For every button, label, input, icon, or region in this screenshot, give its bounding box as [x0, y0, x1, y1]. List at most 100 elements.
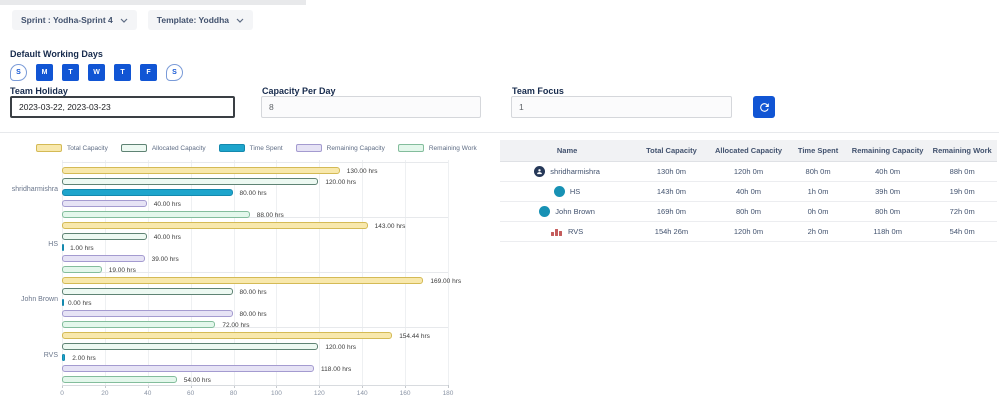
- template-dropdown[interactable]: Template: Yoddha: [147, 10, 254, 30]
- capacity-per-day-input[interactable]: [261, 96, 481, 118]
- bar-value-label: 130.00 hrs: [346, 167, 378, 175]
- cell-total: 169h 0m: [634, 201, 709, 222]
- legend-item-label: Time Spent: [249, 144, 283, 152]
- bar-rvs-total-capacity: [62, 332, 393, 339]
- bar-john-brown-remaining-capacity: [62, 310, 233, 317]
- cell-remaining_capacity: 40h 0m: [847, 161, 928, 182]
- bar-hs-remaining-work: [62, 266, 102, 273]
- table-row: John Brown 169h 0m 80h 0m 0h 0m 80h 0m 72h 0m: [500, 201, 997, 222]
- top-scroll-strip: [0, 0, 306, 5]
- chart-category-label: RVS: [43, 352, 58, 359]
- chevron-down-icon: [236, 18, 244, 23]
- axis-tick-label: 180: [442, 390, 454, 397]
- bar-rvs-allocated-capacity: [62, 343, 319, 350]
- avatar: [539, 205, 551, 217]
- bar-john-brown-remaining-work: [62, 321, 216, 328]
- bar-value-label: 1.00 hrs: [70, 244, 94, 252]
- cell-allocated: 120h 0m: [708, 161, 789, 182]
- day-toggle-s-6[interactable]: S: [166, 64, 183, 81]
- day-toggle-m-1[interactable]: M: [36, 64, 53, 81]
- bar-value-label: 54.00 hrs: [183, 376, 211, 384]
- bar-value-label: 118.00 hrs: [321, 365, 352, 373]
- bar-value-label: 19.00 hrs: [108, 266, 136, 274]
- cell-allocated: 40h 0m: [708, 181, 789, 202]
- axis-tick-label: 160: [399, 390, 411, 397]
- chart-group-separator: [62, 162, 448, 163]
- axis-tick: [448, 385, 449, 388]
- col-header-remaining-work: Remaining Work: [927, 140, 997, 162]
- day-toggle-t-2[interactable]: T: [62, 64, 79, 81]
- bar-value-label: 40.00 hrs: [153, 233, 181, 241]
- bar-value-label: 80.00 hrs: [239, 310, 267, 318]
- sprint-dropdown[interactable]: Sprint : Yodha-Sprint 4: [12, 10, 137, 30]
- cell-time_spent: 0h 0m: [788, 201, 848, 222]
- cell-remaining_work: 72h 0m: [927, 201, 997, 222]
- bar-value-label: 143.00 hrs: [374, 222, 406, 230]
- bar-hs-remaining-capacity: [62, 255, 145, 262]
- legend-item-1[interactable]: Allocated Capacity: [120, 144, 206, 152]
- bar-value-label: 80.00 hrs: [239, 189, 267, 197]
- working-days-selector: SMTWTFS: [10, 64, 183, 81]
- chart-x-axis: [62, 385, 448, 386]
- table-row: HS 143h 0m 40h 0m 1h 0m 39h 0m 19h 0m: [500, 181, 997, 202]
- col-header-remaining-capacity: Remaining Capacity: [847, 140, 928, 162]
- cell-remaining_capacity: 39h 0m: [847, 181, 928, 202]
- team-holiday-label: Team Holiday: [10, 86, 68, 96]
- team-focus-input[interactable]: [511, 96, 732, 118]
- cell-total: 143h 0m: [634, 181, 709, 202]
- capacity-planner-page: Sprint : Yodha-Sprint 4 Template: Yoddha…: [0, 0, 999, 401]
- legend-item-4[interactable]: Remaining Work: [397, 144, 477, 152]
- legend-item-label: Total Capacity: [67, 144, 108, 152]
- chart-gridline: [448, 160, 449, 385]
- bar-shridharmishra-allocated-capacity: [62, 178, 319, 185]
- member-name: shridharmishra: [500, 165, 634, 177]
- cell-remaining_work: 54h 0m: [927, 221, 997, 242]
- axis-tick-label: 20: [101, 390, 109, 397]
- cell-allocated: 120h 0m: [708, 221, 789, 242]
- broken-image-icon: [550, 226, 563, 236]
- bar-value-label: 72.00 hrs: [222, 321, 250, 329]
- capacity-table-header: Name Total Capacity Allocated Capacity Time…: [500, 140, 997, 162]
- bar-shridharmishra-remaining-work: [62, 211, 250, 218]
- chevron-down-icon: [120, 18, 128, 23]
- legend-item-2[interactable]: Time Spent: [218, 144, 283, 152]
- toolbar: Sprint : Yodha-Sprint 4 Template: Yoddha: [12, 10, 254, 30]
- refresh-icon: [759, 102, 769, 112]
- bar-rvs-time-spent: [62, 354, 66, 361]
- cell-time_spent: 2h 0m: [788, 221, 848, 242]
- legend-item-label: Remaining Capacity: [326, 144, 385, 152]
- day-toggle-w-3[interactable]: W: [88, 64, 105, 81]
- cell-remaining_work: 88h 0m: [927, 161, 997, 182]
- legend-swatch-icon: [218, 144, 245, 152]
- bar-value-label: 40.00 hrs: [153, 200, 181, 208]
- chart-category-label: HS: [48, 240, 58, 248]
- cell-time_spent: 1h 0m: [788, 181, 848, 202]
- bar-john-brown-time-spent: [62, 299, 64, 306]
- team-focus-label: Team Focus: [512, 86, 564, 96]
- legend-swatch-icon: [295, 144, 322, 152]
- bar-hs-time-spent: [62, 244, 64, 251]
- section-divider: [0, 132, 999, 133]
- capacity-per-day-label: Capacity Per Day: [262, 86, 336, 96]
- axis-tick-label: 60: [187, 390, 195, 397]
- refresh-button[interactable]: [753, 96, 775, 118]
- user-avatar-icon: [534, 165, 546, 177]
- sprint-dropdown-label: Sprint : Yodha-Sprint 4: [21, 15, 113, 25]
- legend-item-0[interactable]: Total Capacity: [36, 144, 108, 152]
- bar-shridharmishra-total-capacity: [62, 167, 340, 174]
- legend-swatch-icon: [397, 144, 424, 152]
- legend-item-label: Allocated Capacity: [151, 144, 206, 152]
- day-toggle-f-5[interactable]: F: [140, 64, 157, 81]
- cell-remaining_capacity: 80h 0m: [847, 201, 928, 222]
- bar-shridharmishra-time-spent: [62, 189, 233, 196]
- legend-item-3[interactable]: Remaining Capacity: [295, 144, 385, 152]
- axis-tick-label: 140: [356, 390, 368, 397]
- day-toggle-t-4[interactable]: T: [114, 64, 131, 81]
- bar-hs-total-capacity: [62, 222, 368, 229]
- cell-allocated: 80h 0m: [708, 201, 789, 222]
- bar-value-label: 154.44 hrs: [399, 332, 430, 340]
- member-name-text: John Brown: [555, 206, 595, 216]
- team-holiday-input[interactable]: [10, 96, 235, 118]
- avatar: [553, 185, 565, 197]
- day-toggle-s-0[interactable]: S: [10, 64, 27, 81]
